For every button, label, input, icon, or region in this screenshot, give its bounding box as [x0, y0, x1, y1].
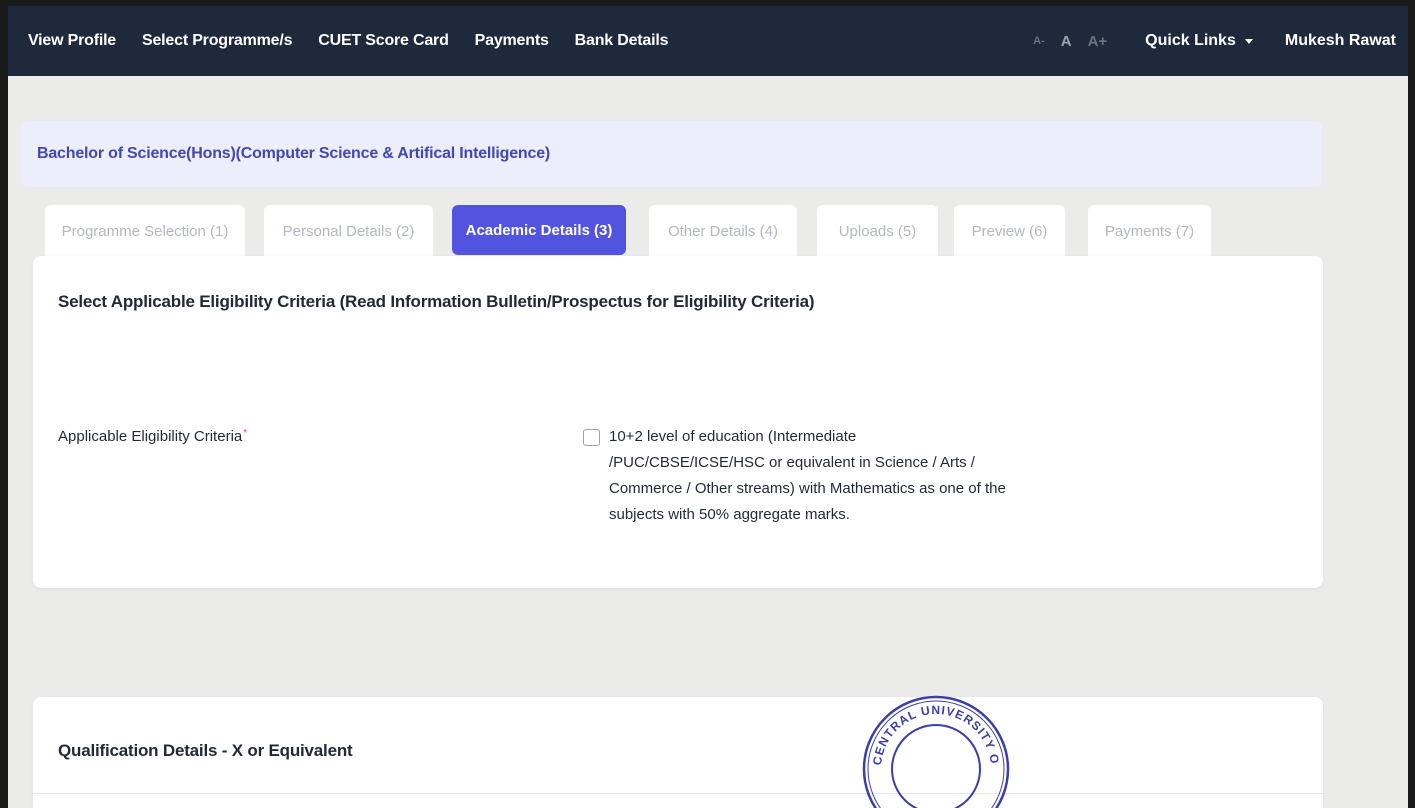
tab-other-details[interactable]: Other Details (4) [649, 205, 797, 257]
nav-right-group: A- A A+ Quick Links Mukesh Rawat [1033, 6, 1396, 76]
nav-select-programmes[interactable]: Select Programme/s [142, 32, 292, 50]
required-marker: * [243, 428, 248, 439]
page-frame: View Profile Select Programme/s CUET Sco… [8, 6, 1408, 808]
eligibility-card: Select Applicable Eligibility Criteria (… [33, 256, 1323, 588]
nav-view-profile[interactable]: View Profile [28, 32, 116, 50]
qualification-card: Qualification Details - X or Equivalent [33, 697, 1323, 808]
tab-personal-details[interactable]: Personal Details (2) [264, 205, 433, 257]
qualification-heading: Qualification Details - X or Equivalent [58, 741, 353, 760]
qualification-divider [33, 793, 1323, 794]
quick-links-label: Quick Links [1145, 32, 1236, 49]
quick-links-dropdown[interactable]: Quick Links [1145, 32, 1253, 50]
tab-academic-details[interactable]: Academic Details (3) [452, 205, 626, 255]
tab-payments[interactable]: Payments (7) [1088, 205, 1211, 257]
user-menu[interactable]: Mukesh Rawat [1285, 32, 1396, 50]
eligibility-field-label: Applicable Eligibility Criteria* [58, 428, 247, 445]
font-normal-button[interactable]: A [1061, 33, 1072, 50]
tab-uploads[interactable]: Uploads (5) [817, 205, 938, 257]
programme-title: Bachelor of Science(Hons)(Computer Scien… [37, 145, 551, 162]
application-steps-tabs: Programme Selection (1) Personal Details… [8, 205, 1408, 257]
nav-payments[interactable]: Payments [475, 32, 549, 50]
nav-cuet-score-card[interactable]: CUET Score Card [318, 32, 449, 50]
caret-down-icon [1244, 38, 1253, 44]
eligibility-heading: Select Applicable Eligibility Criteria (… [58, 292, 815, 311]
nav-bank-details[interactable]: Bank Details [575, 32, 669, 50]
tab-programme-selection[interactable]: Programme Selection (1) [45, 205, 245, 257]
tab-preview[interactable]: Preview (6) [954, 205, 1065, 257]
criteria-option-label: 10+2 level of education (Intermediate /P… [609, 428, 1006, 523]
seal-text: CENTRAL UNIVERSITY OF ANDHRA PRADESH [861, 694, 1001, 766]
criteria-checkbox[interactable] [583, 429, 600, 446]
eligibility-label-text: Applicable Eligibility Criteria [58, 428, 243, 445]
university-seal: CENTRAL UNIVERSITY OF ANDHRA PRADESH [861, 694, 1010, 808]
nav-links: View Profile Select Programme/s CUET Sco… [28, 6, 668, 76]
svg-text:CENTRAL UNIVERSITY OF ANDHRA P: CENTRAL UNIVERSITY OF ANDHRA PRADESH [861, 694, 1002, 766]
font-increase-button[interactable]: A+ [1088, 33, 1108, 50]
top-navbar: View Profile Select Programme/s CUET Sco… [8, 6, 1408, 76]
programme-banner: Bachelor of Science(Hons)(Computer Scien… [21, 121, 1322, 187]
font-decrease-button[interactable]: A- [1033, 35, 1045, 47]
